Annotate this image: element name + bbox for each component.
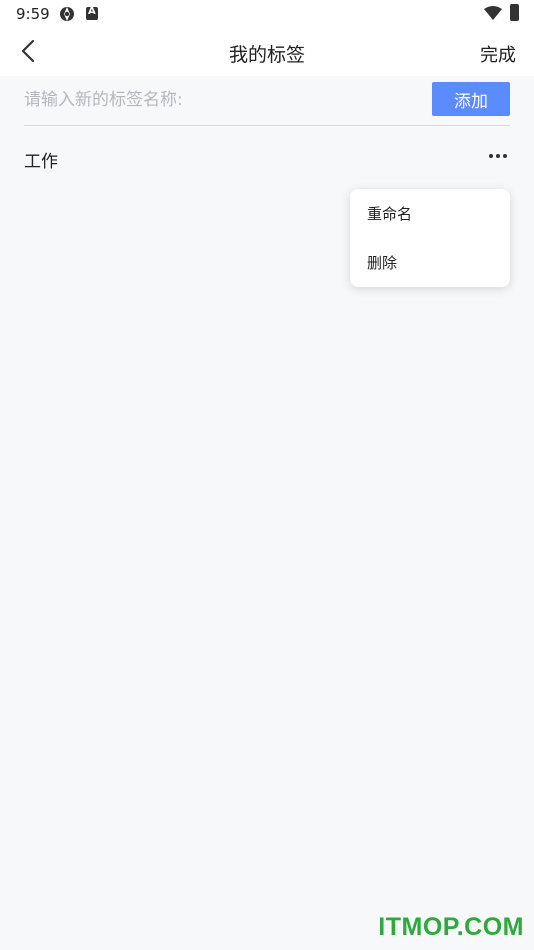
done-button[interactable]: 完成 bbox=[480, 41, 516, 67]
rename-menu-item[interactable]: 重命名 bbox=[367, 199, 497, 229]
tag-options-menu: 重命名 删除 bbox=[350, 189, 510, 287]
delete-menu-item[interactable]: 删除 bbox=[367, 248, 497, 278]
battery-icon bbox=[510, 4, 519, 21]
tag-label: 工作 bbox=[24, 152, 58, 172]
wifi-icon bbox=[484, 6, 502, 20]
status-bar: 9:59 bbox=[0, 0, 534, 27]
new-tag-input[interactable] bbox=[24, 84, 424, 116]
page-title: 我的标签 bbox=[228, 44, 305, 66]
tag-list-item[interactable]: 工作 bbox=[24, 136, 510, 180]
new-tag-row: 添加 bbox=[24, 76, 510, 126]
nav-bar: 我的标签 完成 bbox=[0, 27, 534, 76]
aperture-icon bbox=[60, 7, 74, 21]
screen: 9:59 我的标签 完成 添加 工作 重命名 删除 ITMOP bbox=[0, 0, 534, 950]
status-time: 9:59 bbox=[16, 5, 50, 23]
watermark: ITMOP.COM bbox=[378, 913, 524, 941]
add-tag-button[interactable]: 添加 bbox=[432, 82, 510, 116]
a-badge-icon bbox=[86, 6, 98, 20]
more-horizontal-icon[interactable] bbox=[488, 152, 508, 160]
